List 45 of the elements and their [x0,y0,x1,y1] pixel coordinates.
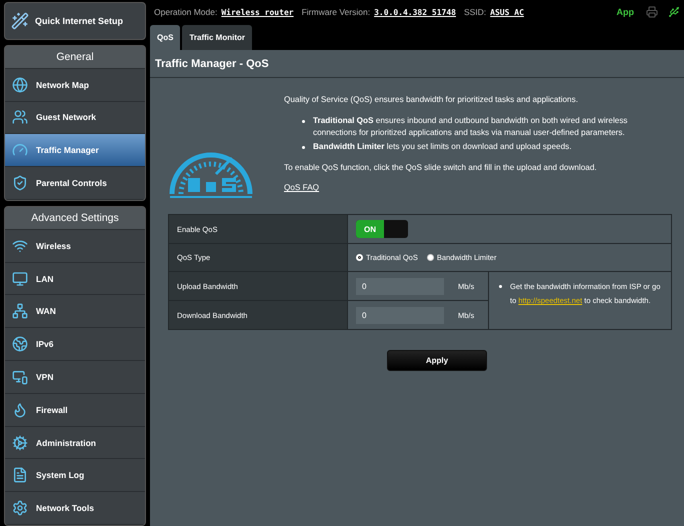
apply-button[interactable]: Apply [387,350,487,371]
intro-text: Quality of Service (QoS) ensures bandwidth for prioritized tasks and applications. [284,94,579,106]
sidebar-item[interactable]: Traffic Manager [5,134,145,168]
app-link[interactable]: App [616,7,634,17]
shield-icon [12,174,28,191]
operation-mode-link[interactable]: Wireless router [221,8,294,16]
page-title: Traffic Manager - QoS [150,50,684,78]
printer-icon[interactable] [646,6,658,18]
network-icon [12,303,28,320]
bandwidth-input[interactable]: 0 [356,278,444,294]
ssid-link[interactable]: ASUS_AC [490,8,524,16]
bullet-text: Traditional QoS ensures inbound and outbound bandwidth on both wired and wireless connections for prioritized applications and tasks via manual user-defined parameters. [313,114,629,139]
sidebar-item[interactable]: Quick Internet Setup [4,2,146,40]
settings-icon [12,500,28,516]
sidebar-item[interactable]: Guest Network [5,102,145,134]
gauge-icon [12,142,28,158]
section-header: General [5,46,145,69]
flame-icon [12,402,28,418]
document-icon [12,467,28,484]
tab[interactable]: QoS [150,25,180,50]
globe-icon [12,76,28,93]
wand-icon [11,12,29,30]
gear-icon [12,434,28,451]
sidebar-item[interactable]: Administration [5,426,145,460]
monitor-icon [12,368,28,385]
bullet-icon [302,120,305,123]
firmware-label: Firmware Version: [302,7,370,17]
ssid-label: SSID: [464,7,486,17]
faq-link[interactable]: QoS FAQ [284,182,320,194]
sidebar-item[interactable]: LAN [5,262,145,296]
users-icon [12,109,28,126]
bullet-icon [302,146,305,149]
bullet-text: Bandwidth Limiter lets you set limits on download and upload speeds. [313,140,572,153]
instruction-text: To enable QoS function, click the QoS slide switch and fill in the upload and download. [284,162,598,174]
operation-mode-label: Operation Mode: [154,7,218,17]
globe-icon [12,336,28,352]
bullet-icon [499,285,502,288]
monitor-icon [12,270,28,287]
radio-icon[interactable] [426,254,434,261]
tab[interactable]: Traffic Monitor [182,25,252,50]
bandwidth-input[interactable]: 0 [356,306,444,324]
wifi-icon [12,238,28,254]
usb-icon[interactable] [668,6,680,18]
firmware-link[interactable]: 3.0.0.4.382_51748 [374,8,456,16]
section-header: Advanced Settings [5,206,145,230]
